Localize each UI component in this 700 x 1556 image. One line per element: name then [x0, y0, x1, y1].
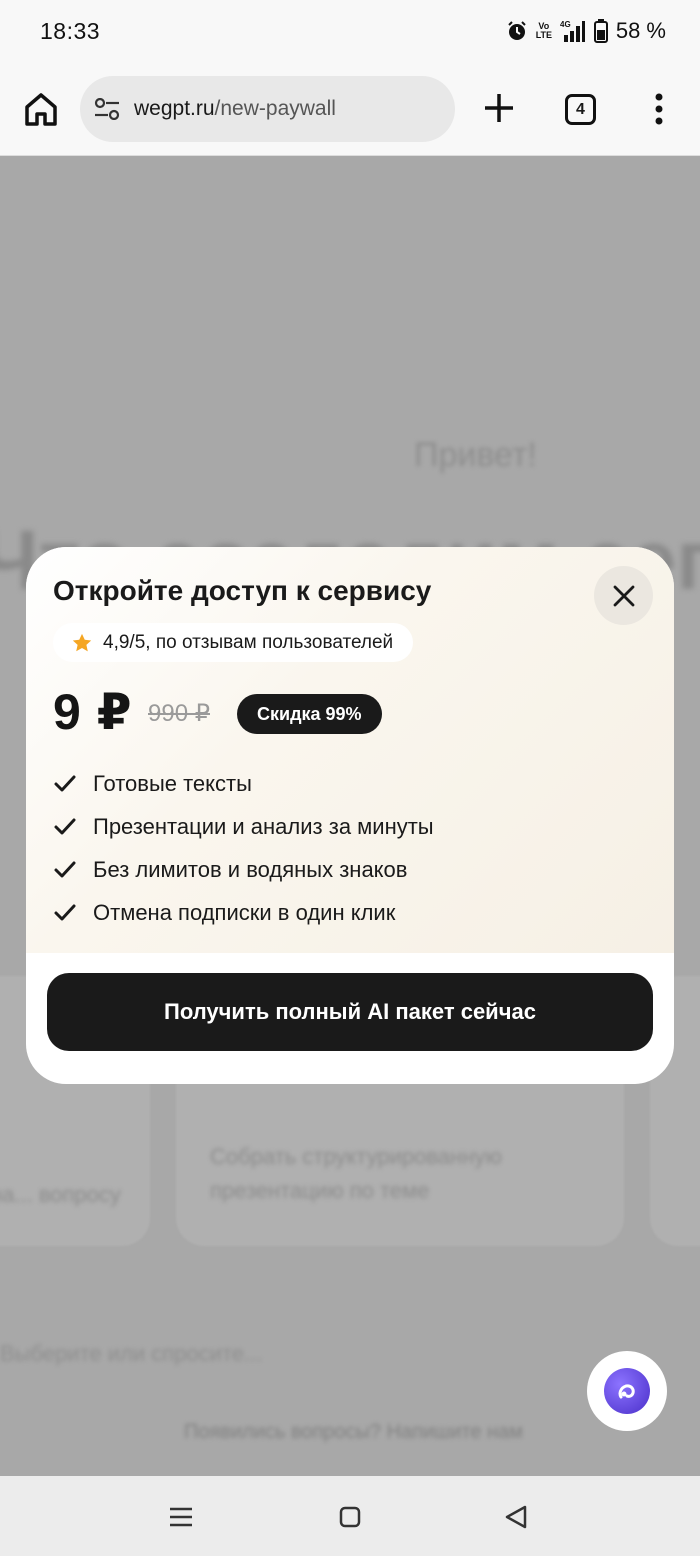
check-icon — [54, 818, 76, 834]
get-package-button[interactable]: Получить полный AI пакет сейчас — [47, 973, 653, 1051]
system-nav-bar — [0, 1476, 700, 1556]
feature-text: Готовые тексты — [93, 770, 252, 796]
chat-icon — [604, 1368, 650, 1414]
bg-card-text: Собрать структурированную презентацию по… — [210, 1144, 502, 1203]
site-settings-icon[interactable] — [94, 98, 120, 120]
check-icon — [54, 775, 76, 791]
price: 9 ₽ — [53, 684, 133, 740]
paywall-title: Откройте доступ к сервису — [53, 575, 432, 606]
rating-badge: 4,9/5, по отзывам пользователей — [53, 623, 414, 662]
battery-icon — [593, 19, 608, 43]
feature-text: Отмена подписки в один клик — [93, 899, 396, 925]
url-text: wegpt.ru/new-paywall — [134, 97, 336, 121]
feature-list: Готовые тексты Презентации и анализ за м… — [53, 762, 434, 934]
check-icon — [54, 861, 76, 877]
old-price: 990 ₽ — [148, 700, 210, 727]
feature-text: Презентации и анализ за минуты — [93, 813, 434, 839]
new-tab-icon[interactable] — [480, 89, 518, 127]
bg-input-placeholder: Выберите или спросите... — [0, 1341, 263, 1366]
feature-item: Без лимитов и водяных знаков — [53, 848, 434, 891]
feature-item: Презентации и анализ за минуты — [53, 805, 434, 848]
star-icon — [72, 633, 92, 651]
feature-item: Готовые тексты — [53, 762, 434, 805]
signal-icon: 4G — [560, 19, 586, 43]
paywall-modal: Откройте доступ к сервису 4,9/5, по отзы… — [26, 547, 674, 1084]
bg-footer-text: Появились вопросы? Напишите нам — [184, 1421, 523, 1443]
status-time: 18:33 — [40, 17, 101, 44]
url-path: /new-paywall — [214, 97, 336, 120]
recent-apps-icon[interactable] — [164, 1500, 198, 1534]
bg-card-text-left: на... вопросу — [0, 1182, 121, 1207]
status-bar: 18:33 Vo LTE 4G 58 % — [0, 0, 700, 62]
svg-text:4G: 4G — [560, 20, 571, 29]
discount-badge: Скидка 99% — [237, 694, 382, 734]
alarm-icon — [506, 20, 528, 42]
battery-percent: 58 % — [615, 18, 666, 43]
close-button[interactable] — [594, 566, 653, 625]
status-icons: Vo LTE 4G 58 % — [506, 18, 666, 44]
feature-text: Без лимитов и водяных знаков — [93, 856, 408, 882]
home-icon[interactable] — [22, 90, 60, 128]
feature-item: Отмена подписки в один клик — [53, 891, 434, 934]
tab-switcher-button[interactable]: 4 — [565, 94, 596, 125]
chat-button[interactable] — [587, 1351, 667, 1431]
rating-text: 4,9/5, по отзывам пользователей — [103, 631, 394, 653]
volte-icon: Vo LTE — [535, 21, 553, 40]
more-menu-icon[interactable] — [648, 90, 670, 128]
address-bar[interactable]: wegpt.ru/new-paywall — [80, 76, 455, 142]
check-icon — [54, 904, 76, 920]
back-icon[interactable] — [499, 1500, 533, 1534]
bg-greeting: Привет! — [414, 436, 537, 474]
browser-toolbar: wegpt.ru/new-paywall 4 — [0, 62, 700, 156]
home-nav-icon[interactable] — [333, 1500, 367, 1534]
url-domain: wegpt.ru — [134, 97, 215, 120]
close-icon — [613, 585, 634, 606]
